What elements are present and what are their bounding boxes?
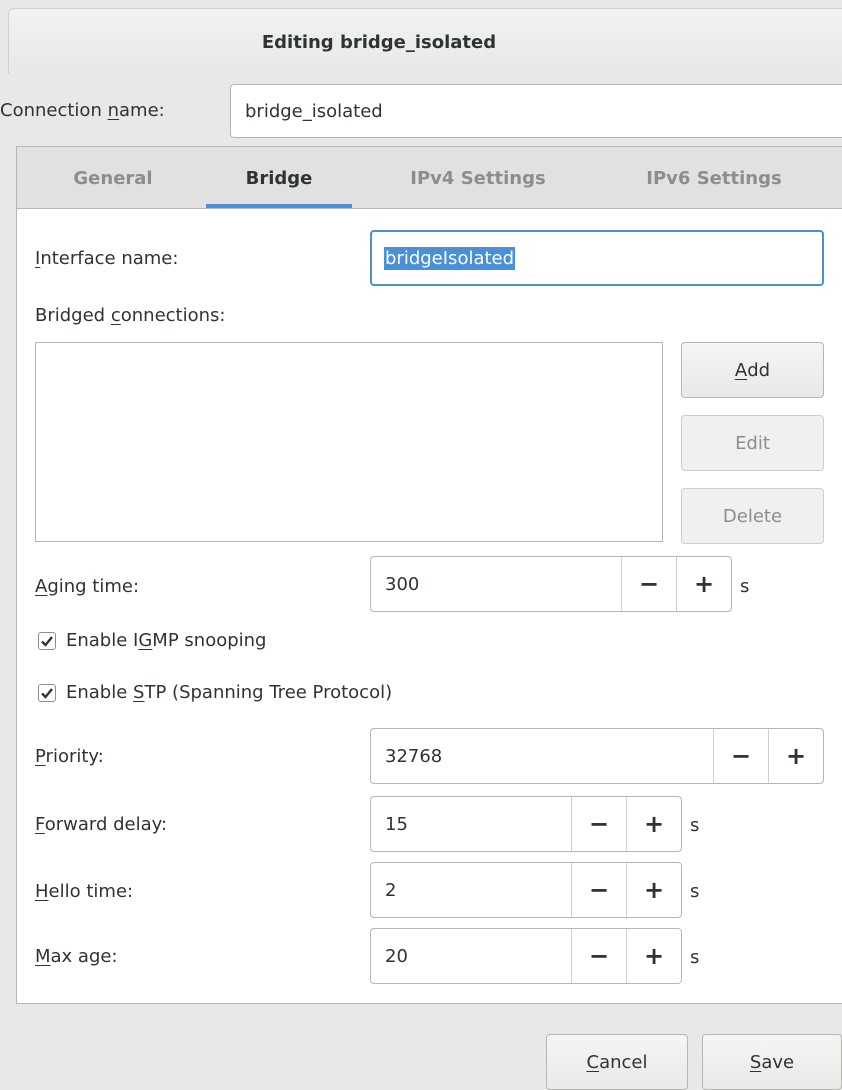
hello-time-increment-button[interactable]: + (626, 863, 681, 917)
aging-time-label: Aging time: (35, 576, 140, 597)
connection-name-value: bridge_isolated (245, 100, 383, 122)
forward-delay-label: Forward delay: (35, 814, 168, 835)
tab-ipv6-settings[interactable]: IPv6 Settings (604, 147, 824, 209)
priority-spinner[interactable]: 32768 − + (370, 728, 824, 784)
stp-label[interactable]: Enable STP (Spanning Tree Protocol) (66, 682, 392, 703)
hello-time-label: Hello time: (35, 881, 134, 902)
forward-delay-decrement-button[interactable]: − (571, 797, 626, 851)
interface-name-value: bridgeIsolated (384, 246, 516, 270)
delete-button[interactable]: Delete (681, 488, 824, 544)
aging-time-increment-button[interactable]: + (676, 557, 731, 611)
forward-delay-value[interactable]: 15 (371, 797, 571, 851)
add-button[interactable]: Add (681, 342, 824, 398)
priority-value[interactable]: 32768 (371, 729, 713, 783)
stp-checkbox[interactable] (38, 684, 56, 702)
interface-name-label: Interface name: (35, 248, 179, 269)
interface-name-input[interactable]: bridgeIsolated (370, 230, 824, 286)
hello-time-value[interactable]: 2 (371, 863, 571, 917)
edit-button[interactable]: Edit (681, 415, 824, 471)
priority-decrement-button[interactable]: − (713, 729, 768, 783)
forward-delay-spinner[interactable]: 15 − + (370, 796, 682, 852)
save-button[interactable]: Save (702, 1034, 842, 1090)
aging-time-decrement-button[interactable]: − (621, 557, 676, 611)
igmp-snooping-checkbox[interactable] (38, 632, 56, 650)
dialog-title: Editing bridge_isolated (261, 32, 497, 53)
max-age-unit: s (690, 947, 700, 968)
bridged-connections-list[interactable] (35, 342, 663, 542)
hello-time-unit: s (690, 881, 700, 902)
bridged-connections-label: Bridged connections: (35, 305, 226, 326)
hello-time-decrement-button[interactable]: − (571, 863, 626, 917)
connection-name-label: Connection name: (0, 100, 165, 121)
tab-ipv4-settings[interactable]: IPv4 Settings (370, 147, 586, 209)
active-tab-indicator (206, 204, 352, 208)
max-age-label: Max age: (35, 946, 118, 967)
max-age-decrement-button[interactable]: − (571, 929, 626, 983)
tab-bridge[interactable]: Bridge (206, 147, 352, 209)
max-age-increment-button[interactable]: + (626, 929, 681, 983)
checkmark-icon (41, 636, 53, 647)
connection-name-input[interactable]: bridge_isolated (230, 84, 842, 138)
hello-time-spinner[interactable]: 2 − + (370, 862, 682, 918)
aging-time-unit: s (740, 576, 750, 597)
aging-time-spinner[interactable]: 300 − + (370, 556, 732, 612)
max-age-spinner[interactable]: 20 − + (370, 928, 682, 984)
priority-increment-button[interactable]: + (768, 729, 823, 783)
tab-general[interactable]: General (40, 147, 186, 209)
igmp-snooping-label[interactable]: Enable IGMP snooping (66, 630, 266, 651)
forward-delay-unit: s (690, 815, 700, 836)
max-age-value[interactable]: 20 (371, 929, 571, 983)
priority-label: Priority: (35, 746, 104, 767)
forward-delay-increment-button[interactable]: + (626, 797, 681, 851)
checkmark-icon (41, 688, 53, 699)
aging-time-value[interactable]: 300 (371, 557, 621, 611)
cancel-button[interactable]: Cancel (546, 1034, 688, 1090)
